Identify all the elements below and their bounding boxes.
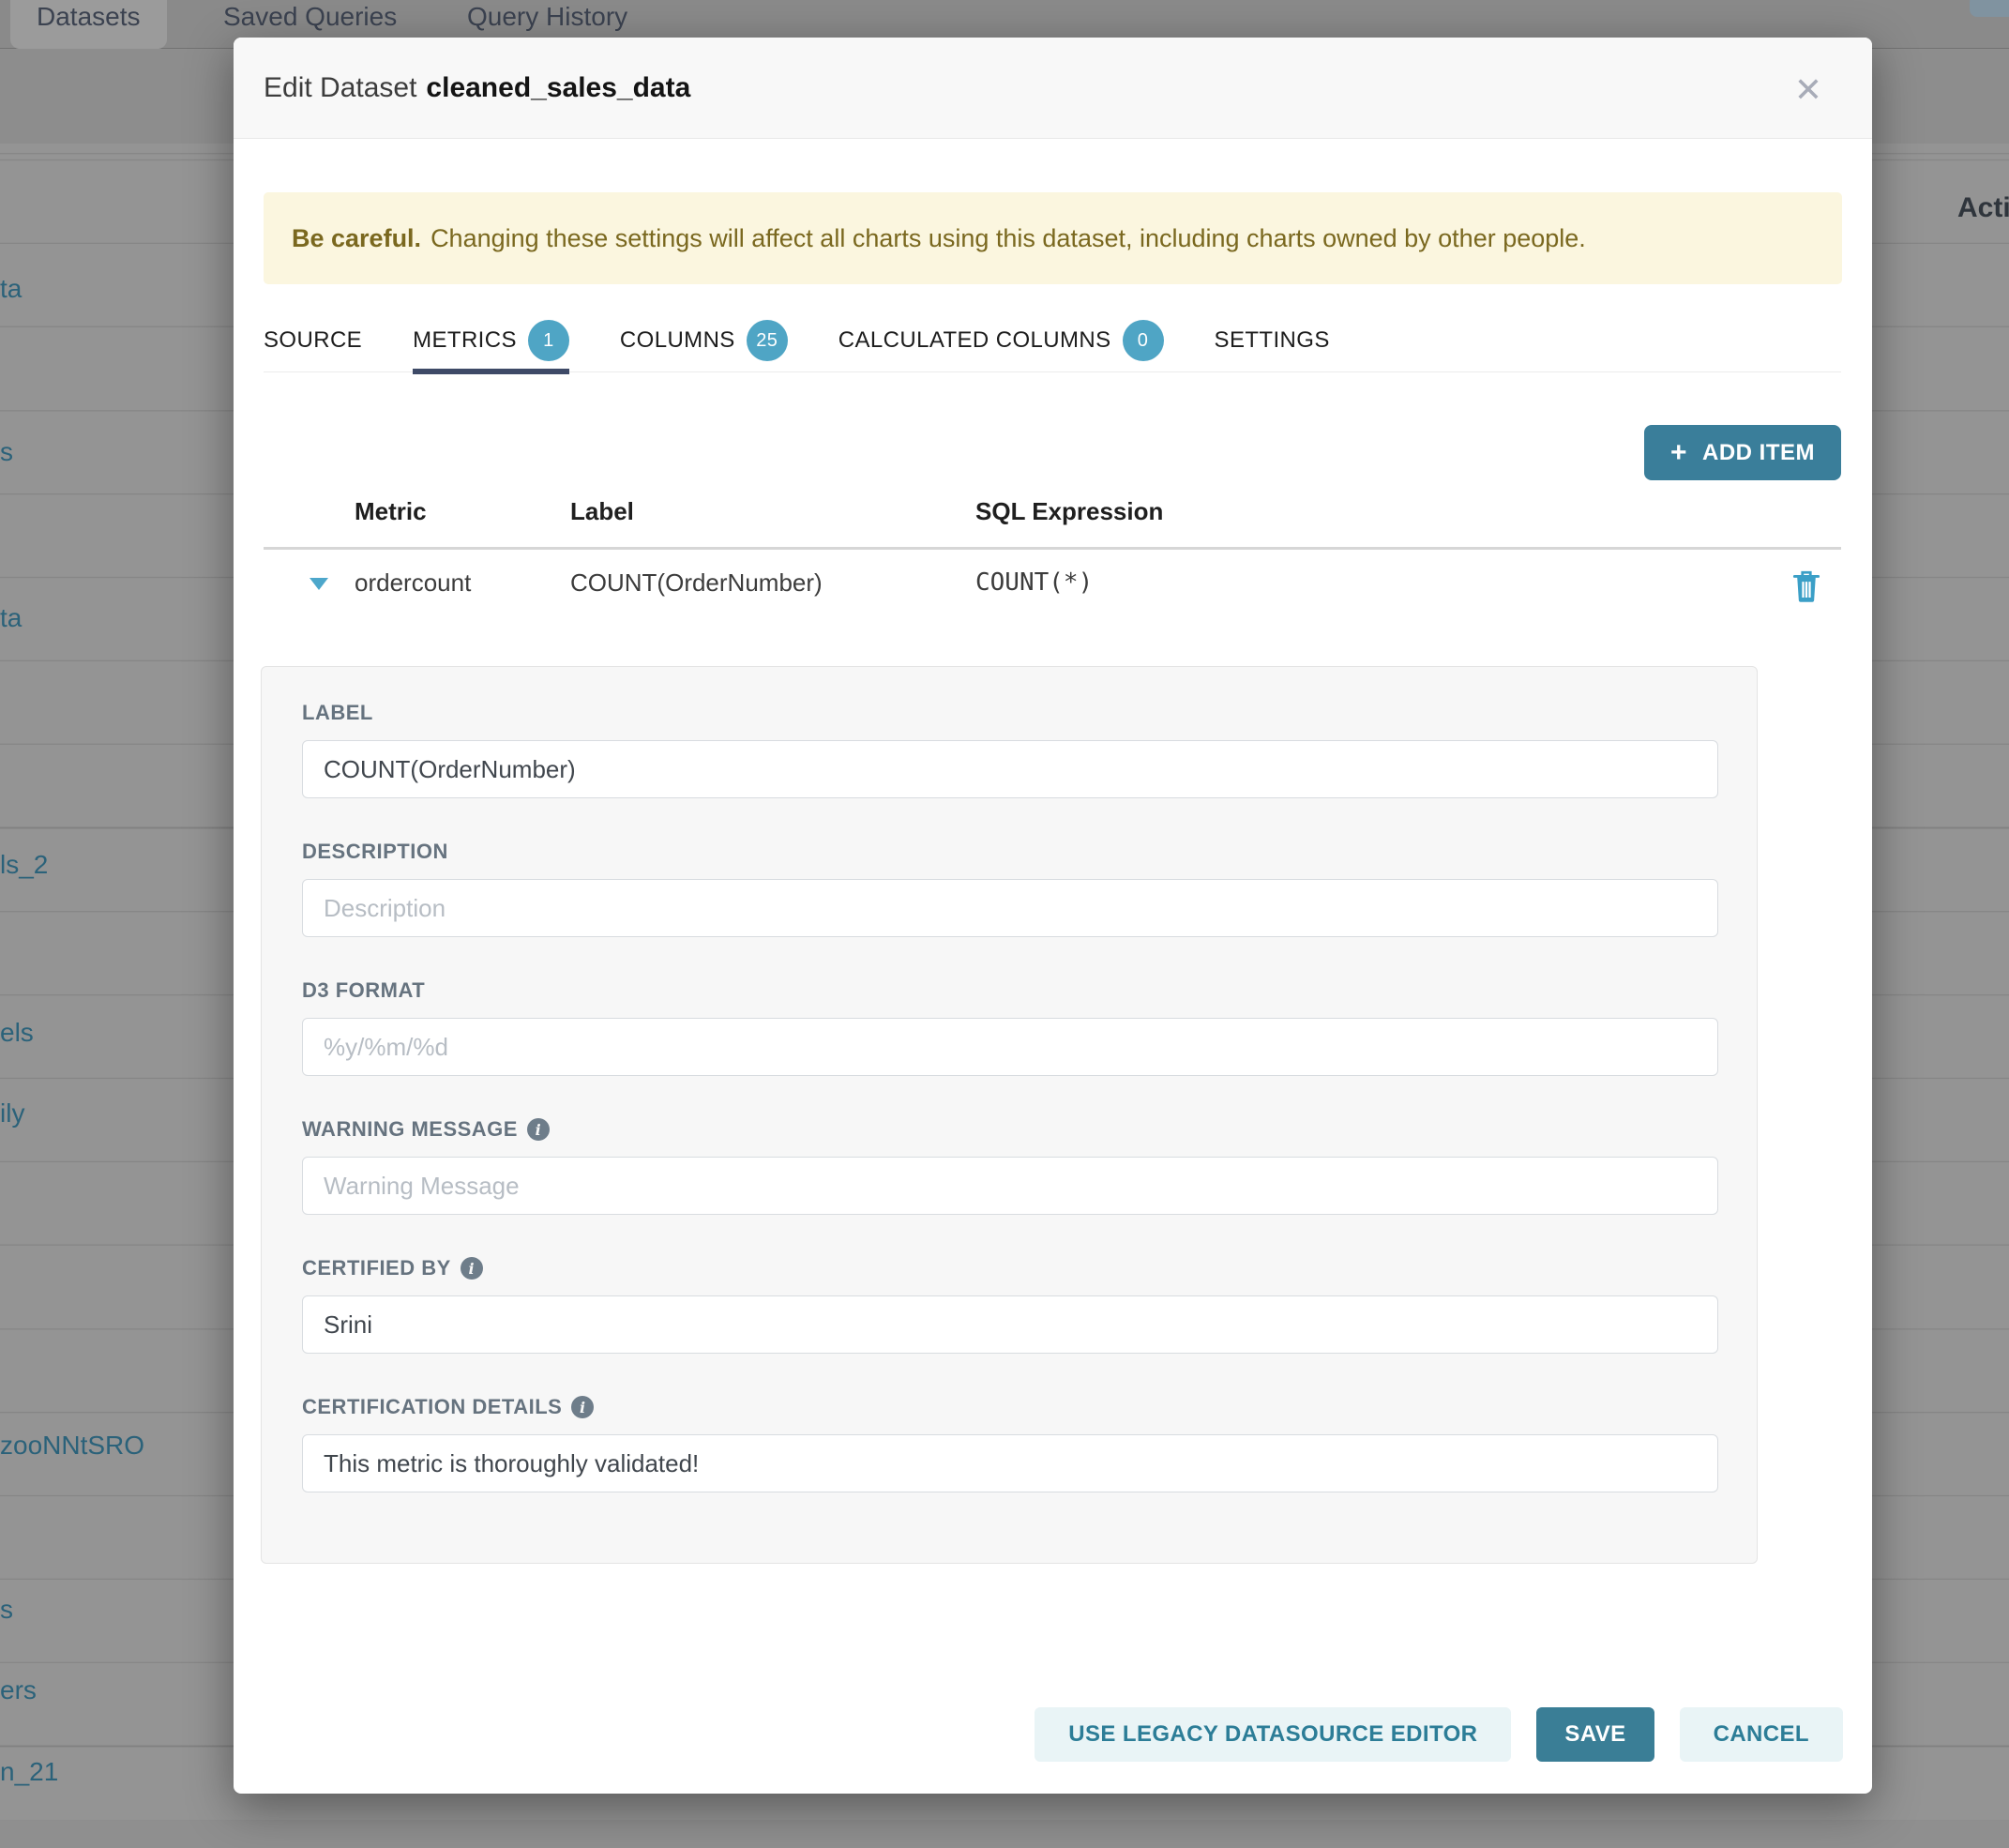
tab-columns-badge: 25 <box>747 320 788 361</box>
tab-calculated-columns-badge: 0 <box>1123 320 1164 361</box>
modal-footer: USE LEGACY DATASOURCE EDITOR SAVE CANCEL <box>1035 1707 1843 1762</box>
use-legacy-datasource-editor-button[interactable]: USE LEGACY DATASOURCE EDITOR <box>1035 1707 1511 1762</box>
tab-source[interactable]: SOURCE <box>264 310 362 371</box>
d3-format-caption-text: D3 FORMAT <box>302 978 425 1003</box>
background-header-button <box>1970 0 2009 17</box>
info-icon: i <box>527 1118 550 1141</box>
background-footer-area <box>0 1821 2009 1848</box>
d3-format-input[interactable] <box>302 1018 1718 1076</box>
tab-source-label: SOURCE <box>264 327 362 354</box>
warning-banner: Be careful. Changing these settings will… <box>264 192 1842 284</box>
tab-metrics-badge: 1 <box>528 320 569 361</box>
modal-title-dataset-name: cleaned_sales_data <box>426 72 690 103</box>
field-label: LABEL <box>302 701 1716 798</box>
metric-name-cell: ordercount <box>355 568 471 598</box>
field-certification-details-caption: CERTIFICATION DETAILS i <box>302 1395 1716 1419</box>
description-caption-text: DESCRIPTION <box>302 840 448 864</box>
field-certified-by-caption: CERTIFIED BY i <box>302 1256 1716 1280</box>
metric-row: ordercount COUNT(OrderNumber) COUNT(*) <box>264 563 1841 604</box>
actions-column-header: Acti <box>1957 192 2009 224</box>
dataset-link[interactable]: ily <box>0 1098 24 1128</box>
collapse-caret-icon[interactable] <box>310 578 328 590</box>
nav-tab-datasets[interactable]: Datasets <box>10 0 167 49</box>
tab-calculated-columns[interactable]: CALCULATED COLUMNS 0 <box>838 310 1164 371</box>
field-certification-details: CERTIFICATION DETAILS i <box>302 1395 1716 1492</box>
column-header-label: Label <box>570 497 634 526</box>
warning-message-caption-text: WARNING MESSAGE <box>302 1117 518 1142</box>
dataset-link[interactable]: els <box>0 1018 34 1048</box>
tab-calculated-columns-label: CALCULATED COLUMNS <box>838 327 1111 354</box>
dataset-link[interactable]: ta <box>0 603 22 633</box>
tab-metrics-label: METRICS <box>413 327 517 354</box>
certification-details-input[interactable] <box>302 1434 1718 1492</box>
certified-by-input[interactable] <box>302 1295 1718 1354</box>
dataset-link[interactable]: ta <box>0 274 22 304</box>
field-warning-message: WARNING MESSAGE i <box>302 1117 1716 1215</box>
certification-details-caption-text: CERTIFICATION DETAILS <box>302 1395 562 1419</box>
tab-metrics[interactable]: METRICS 1 <box>413 310 569 371</box>
add-item-label: ADD ITEM <box>1702 440 1815 466</box>
edit-dataset-modal: Edit Dataset cleaned_sales_data ✕ Be care… <box>234 38 1872 1794</box>
column-header-sql-expression: SQL Expression <box>975 497 1163 526</box>
tab-settings-label: SETTINGS <box>1215 327 1330 354</box>
label-caption-text: LABEL <box>302 701 373 725</box>
warning-message-input[interactable] <box>302 1157 1718 1215</box>
nav-tab-saved-queries-label: Saved Queries <box>223 2 397 32</box>
nav-tab-datasets-label: Datasets <box>37 2 141 32</box>
field-warning-message-caption: WARNING MESSAGE i <box>302 1117 1716 1142</box>
dataset-link[interactable]: ers <box>0 1675 37 1705</box>
label-input[interactable] <box>302 740 1718 798</box>
close-icon[interactable]: ✕ <box>1788 69 1829 111</box>
table-header-divider <box>264 547 1841 550</box>
warning-banner-text: Changing these settings will affect all … <box>430 224 1586 253</box>
modal-title: Edit Dataset cleaned_sales_data <box>264 72 690 104</box>
metric-label-cell: COUNT(OrderNumber) <box>570 568 823 598</box>
info-icon: i <box>571 1396 594 1418</box>
delete-metric-icon[interactable] <box>1790 568 1822 604</box>
dataset-editor-tabs: SOURCE METRICS 1 COLUMNS 25 CALCULATED C… <box>264 310 1841 372</box>
certified-by-caption-text: CERTIFIED BY <box>302 1256 451 1280</box>
nav-tab-query-history-label: Query History <box>467 2 627 32</box>
add-item-button[interactable]: + ADD ITEM <box>1644 425 1841 480</box>
info-icon: i <box>461 1257 483 1280</box>
tab-columns[interactable]: COLUMNS 25 <box>620 310 788 371</box>
column-header-metric: Metric <box>355 497 427 526</box>
plus-icon: + <box>1670 439 1687 467</box>
description-input[interactable] <box>302 879 1718 937</box>
dataset-link[interactable]: s <box>0 437 13 467</box>
metric-sql-cell: COUNT(*) <box>975 568 1093 597</box>
tab-columns-label: COLUMNS <box>620 327 735 354</box>
dataset-link[interactable]: ls_2 <box>0 850 48 880</box>
field-description: DESCRIPTION <box>302 840 1716 937</box>
active-tab-underline <box>413 369 569 374</box>
save-button[interactable]: SAVE <box>1536 1707 1654 1762</box>
tab-settings[interactable]: SETTINGS <box>1215 310 1330 371</box>
metrics-table-header: Metric Label SQL Expression <box>264 497 1841 535</box>
modal-header: Edit Dataset cleaned_sales_data ✕ <box>234 38 1872 139</box>
field-description-caption: DESCRIPTION <box>302 840 1716 864</box>
field-label-caption: LABEL <box>302 701 1716 725</box>
dataset-link[interactable]: s <box>0 1595 13 1625</box>
field-d3-format-caption: D3 FORMAT <box>302 978 1716 1003</box>
modal-title-prefix: Edit Dataset <box>264 72 416 103</box>
cancel-button[interactable]: CANCEL <box>1680 1707 1843 1762</box>
field-d3-format: D3 FORMAT <box>302 978 1716 1076</box>
dataset-link[interactable]: n_21 <box>0 1757 58 1787</box>
field-certified-by: CERTIFIED BY i <box>302 1256 1716 1354</box>
dataset-link[interactable]: zooNNtSRO <box>0 1431 144 1461</box>
warning-banner-bold: Be careful. <box>292 224 421 253</box>
metric-edit-panel: LABEL DESCRIPTION D3 FORMAT WARNING MESS… <box>261 666 1758 1564</box>
